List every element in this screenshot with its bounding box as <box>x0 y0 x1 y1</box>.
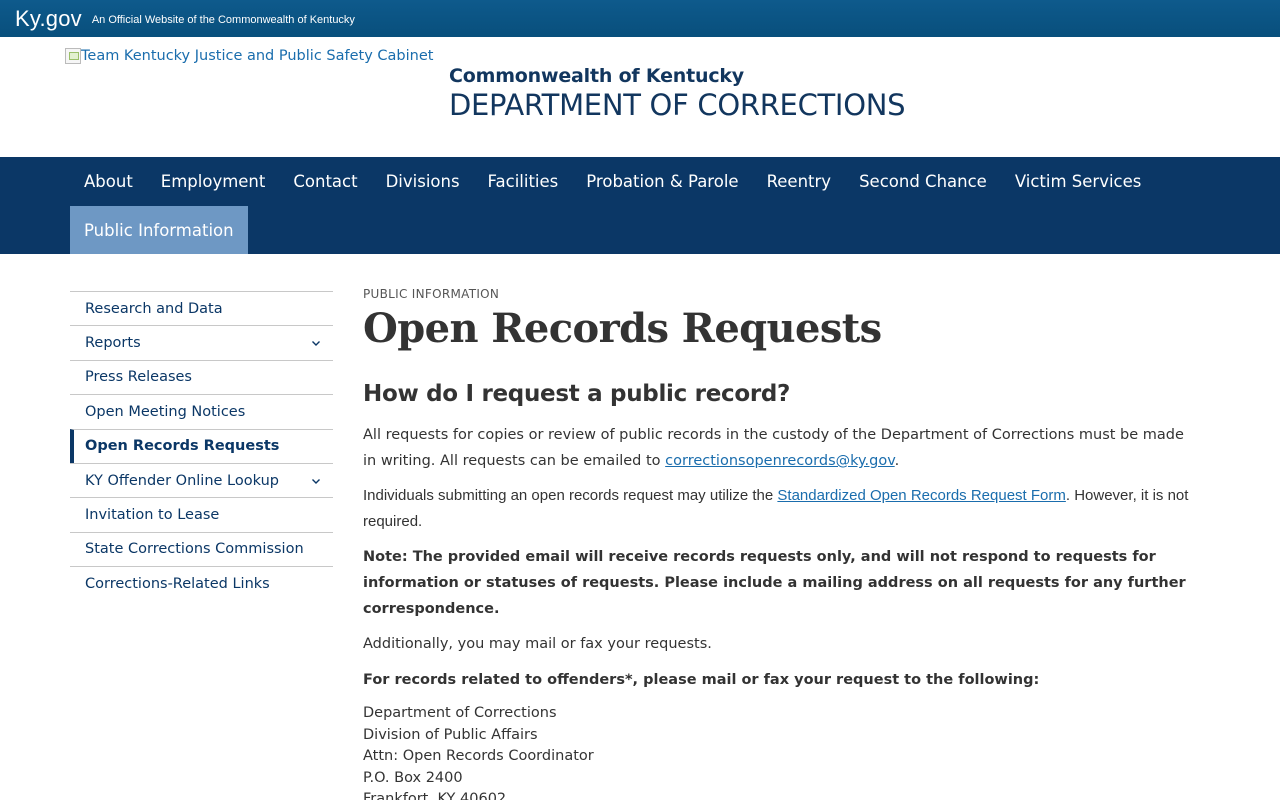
intro-end: . <box>894 453 900 469</box>
sidebar-item-label: Corrections-Related Links <box>85 575 270 592</box>
page-title: Open Records Requests <box>363 305 882 352</box>
sidebar-item-label: Open Records Requests <box>85 438 280 455</box>
sidebar-item-reports[interactable]: Reports <box>70 325 333 359</box>
address-line: Division of Public Affairs <box>363 726 538 743</box>
request-form-link[interactable]: Standardized Open Records Request Form <box>777 487 1065 504</box>
department-title[interactable]: DEPARTMENT OF CORRECTIONS <box>449 88 906 122</box>
broken-image-icon <box>65 48 81 64</box>
sidebar-item-ky-offender-online-lookup[interactable]: KY Offender Online Lookup <box>70 462 333 497</box>
sidebar-item-invitation-to-lease[interactable]: Invitation to Lease <box>70 497 333 531</box>
mailing-address: Department of Corrections Division of Pub… <box>363 703 1193 800</box>
intro-paragraph: All requests for copies or review of pub… <box>363 422 1193 474</box>
address-line: Attn: Open Records Coordinator <box>363 748 594 764</box>
address-line: Frankfort, KY 40602 <box>363 791 507 800</box>
main-nav-row: About Employment Contact Divisions Facilitie… <box>70 157 1155 206</box>
sidebar-item-state-corrections-commission[interactable]: State Corrections Commission <box>70 531 333 566</box>
nav-item-probation-parole[interactable]: Probation & Parole <box>572 157 752 206</box>
records-email-link[interactable]: correctionsopenrecords@ky.gov <box>665 453 895 469</box>
nav-item-contact[interactable]: Contact <box>279 157 371 206</box>
nav-item-divisions[interactable]: Divisions <box>372 157 474 206</box>
mail-fax-paragraph: Additionally, you may mail or fax your r… <box>363 636 712 652</box>
nav-item-facilities[interactable]: Facilities <box>474 157 573 206</box>
section-heading: How do I request a public record? <box>363 381 791 407</box>
nav-item-employment[interactable]: Employment <box>147 157 280 206</box>
sidebar-item-label: KY Offender Online Lookup <box>85 472 279 489</box>
nav-item-second-chance[interactable]: Second Chance <box>845 157 1001 206</box>
cabinet-logo-link[interactable]: Team Kentucky Justice and Public Safety … <box>65 48 433 64</box>
form-text: Individuals submitting an open records r… <box>363 487 778 504</box>
sidebar-item-corrections-related-links[interactable]: Corrections-Related Links <box>70 566 333 600</box>
form-paragraph: Individuals submitting an open records r… <box>363 483 1193 535</box>
sidebar-item-label: State Corrections Commission <box>85 541 304 558</box>
main-nav: About Employment Contact Divisions Facilitie… <box>0 157 1280 254</box>
sidebar-item-open-meeting-notices[interactable]: Open Meeting Notices <box>70 394 333 428</box>
nav-item-reentry[interactable]: Reentry <box>753 157 846 206</box>
chevron-down-icon[interactable] <box>309 474 323 488</box>
address-line: P.O. Box 2400 <box>363 769 463 786</box>
nav-item-public-information[interactable]: Public Information <box>70 206 248 254</box>
address-line: Department of Corrections <box>363 705 557 721</box>
commonwealth-label: Commonwealth of Kentucky <box>449 65 744 87</box>
nav-item-about[interactable]: About <box>70 157 147 206</box>
main-content: PUBLIC INFORMATION Open Records Requests… <box>363 287 1193 800</box>
chevron-down-icon[interactable] <box>309 336 323 350</box>
kygov-link[interactable]: Ky.gov <box>15 6 82 32</box>
note-paragraph: Note: The provided email will receive re… <box>363 549 1186 617</box>
sidebar-item-label: Research and Data <box>85 300 223 317</box>
sidebar-item-label: Open Meeting Notices <box>85 403 246 420</box>
sidebar-item-press-releases[interactable]: Press Releases <box>70 359 333 394</box>
sidebar-nav: Research and Data Reports Press Releases Op… <box>70 291 333 601</box>
sidebar-item-label: Invitation to Lease <box>85 507 220 524</box>
sidebar-item-research-and-data[interactable]: Research and Data <box>70 291 333 325</box>
main-nav-row: Public Information <box>70 206 248 254</box>
offender-records-paragraph: For records related to offenders*, pleas… <box>363 672 1040 688</box>
sidebar-item-open-records-requests[interactable]: Open Records Requests <box>70 428 333 463</box>
sidebar-item-label: Press Releases <box>85 369 192 386</box>
official-banner: Ky.gov An Official Website of the Common… <box>0 0 1280 37</box>
sidebar-item-label: Reports <box>85 335 141 352</box>
site-header: Team Kentucky Justice and Public Safety … <box>0 37 1280 157</box>
official-tagline: An Official Website of the Commonwealth … <box>91 13 355 26</box>
cabinet-logo-alt-text: Team Kentucky Justice and Public Safety … <box>81 48 434 64</box>
nav-item-victim-services[interactable]: Victim Services <box>1001 157 1156 206</box>
breadcrumb-eyebrow: PUBLIC INFORMATION <box>363 287 500 301</box>
